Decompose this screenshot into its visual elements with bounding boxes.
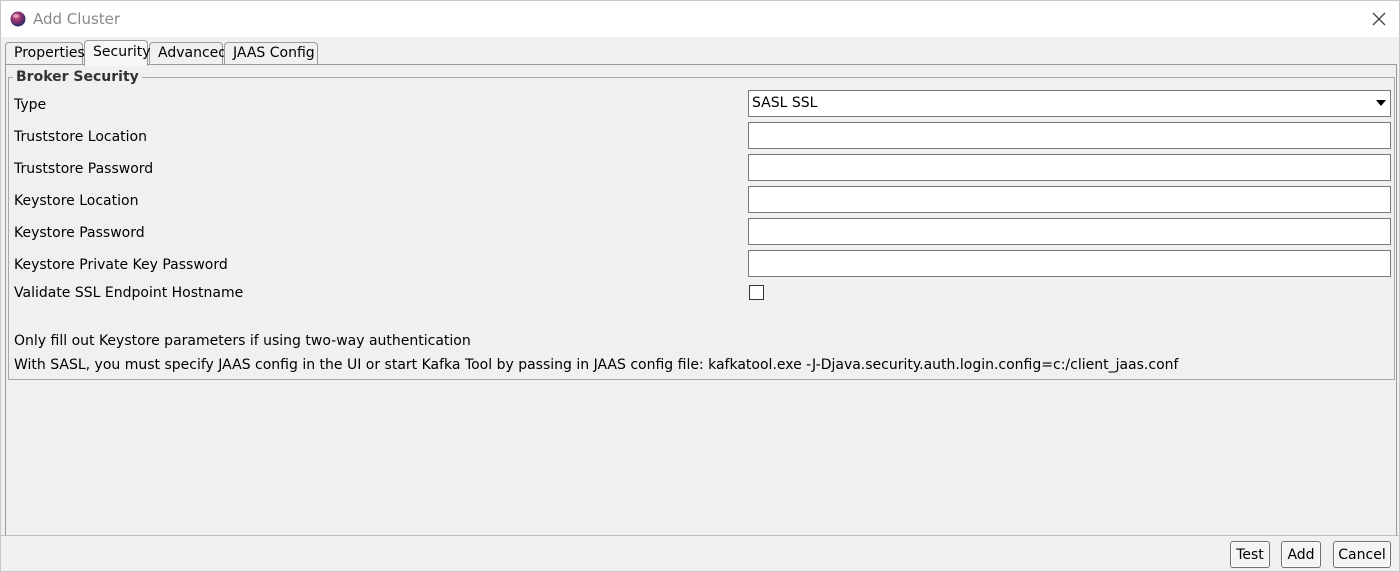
app-logo-icon: [10, 11, 26, 27]
add-button[interactable]: Add: [1281, 541, 1321, 568]
tab-advanced[interactable]: Advanced: [149, 42, 227, 64]
keystore-password-label: Keystore Password: [14, 225, 145, 241]
tab-label: JAAS Config: [233, 45, 315, 61]
tab-label: Advanced: [158, 45, 228, 61]
tab-jaas-config[interactable]: JAAS Config: [224, 42, 318, 64]
type-label: Type: [14, 97, 47, 113]
truststore-location-label: Truststore Location: [14, 129, 147, 145]
keystore-location-input[interactable]: [748, 186, 1391, 213]
sasl-jaas-note: With SASL, you must specify JAAS config …: [14, 357, 1179, 373]
tab-label: Properties: [14, 45, 85, 61]
window-title: Add Cluster: [33, 10, 121, 28]
footer-divider: [1, 535, 1399, 536]
close-icon: [1372, 12, 1386, 26]
keystore-private-key-password-input[interactable]: [748, 250, 1391, 277]
close-button[interactable]: [1367, 7, 1391, 31]
cancel-button[interactable]: Cancel: [1333, 541, 1391, 568]
type-select-value: SASL SSL: [752, 95, 818, 111]
truststore-password-input[interactable]: [748, 154, 1391, 181]
truststore-password-label: Truststore Password: [14, 161, 154, 177]
group-legend: Broker Security: [13, 69, 142, 85]
validate-ssl-checkbox[interactable]: [749, 285, 764, 300]
add-cluster-dialog: Add Cluster Properties Security Advanced…: [0, 0, 1400, 572]
tab-label: Security: [93, 44, 151, 60]
test-button[interactable]: Test: [1230, 541, 1270, 568]
broker-security-group: Broker Security Type SASL SSL Truststore…: [8, 69, 1395, 380]
keystore-note: Only fill out Keystore parameters if usi…: [14, 333, 471, 349]
keystore-private-key-password-label: Keystore Private Key Password: [14, 257, 228, 273]
security-tab-panel: Broker Security Type SASL SSL Truststore…: [5, 64, 1397, 536]
tab-security[interactable]: Security: [84, 40, 151, 66]
keystore-password-input[interactable]: [748, 218, 1391, 245]
truststore-location-input[interactable]: [748, 122, 1391, 149]
validate-ssl-label: Validate SSL Endpoint Hostname: [14, 285, 244, 301]
title-bar: Add Cluster: [1, 1, 1399, 37]
type-select[interactable]: SASL SSL: [748, 90, 1391, 117]
tab-properties[interactable]: Properties: [5, 42, 85, 64]
chevron-down-icon: [1376, 100, 1386, 106]
keystore-location-label: Keystore Location: [14, 193, 139, 209]
